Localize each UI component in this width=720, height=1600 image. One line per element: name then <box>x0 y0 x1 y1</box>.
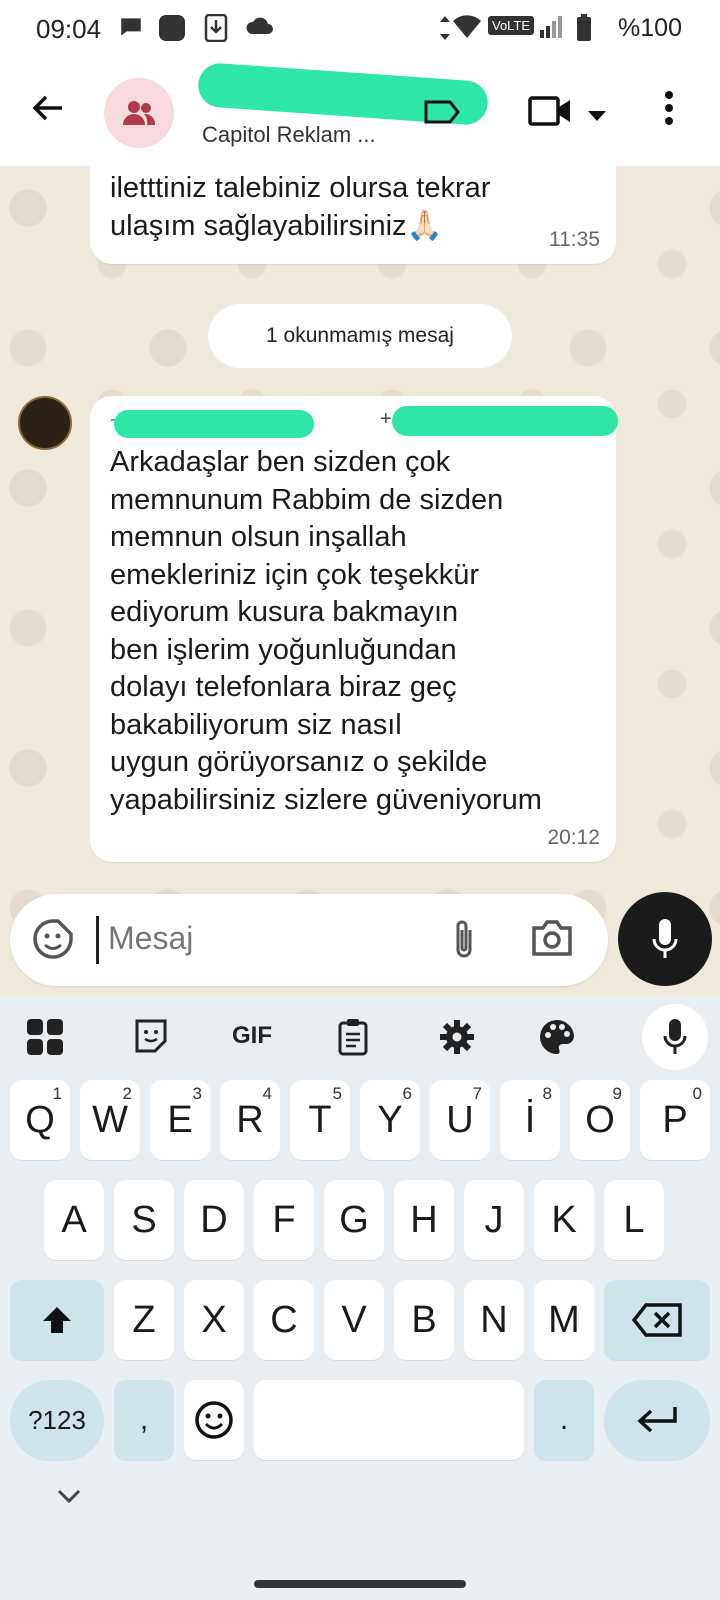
key-w[interactable]: W2 <box>80 1080 140 1160</box>
signal-icon <box>538 14 564 45</box>
sender-avatar[interactable] <box>18 396 72 450</box>
enter-arrow-icon <box>637 1407 677 1433</box>
key-h[interactable]: H <box>394 1180 454 1260</box>
settings-gear-icon[interactable] <box>438 1018 476 1061</box>
keyboard: GIF Q1 W2 E3 R4 T5 Y6 U7 İ8 O9 P0 A S D … <box>0 996 720 1600</box>
palette-icon[interactable] <box>538 1018 576 1061</box>
text-cursor <box>96 916 99 964</box>
group-icon <box>123 101 156 125</box>
sticker-emoji-icon[interactable] <box>32 918 74 965</box>
key-g[interactable]: G <box>324 1180 384 1260</box>
keyboard-voice-button[interactable] <box>642 1004 708 1070</box>
shift-arrow-icon <box>43 1307 71 1333</box>
key-i-dotted[interactable]: İ8 <box>500 1080 560 1160</box>
key-z[interactable]: Z <box>114 1280 174 1360</box>
message-time: 11:35 <box>549 228 600 251</box>
voice-record-button[interactable] <box>618 892 712 986</box>
wifi-icon <box>452 14 482 45</box>
volte-badge: VoLTE <box>488 16 535 35</box>
key-o[interactable]: O9 <box>570 1080 630 1160</box>
key-j[interactable]: J <box>464 1180 524 1260</box>
video-call-icon[interactable] <box>528 94 572 133</box>
status-bar: 09:04 VoLTE %100 <box>0 0 720 58</box>
status-time: 09:04 <box>36 14 102 44</box>
key-x[interactable]: X <box>184 1280 244 1360</box>
symbols-key[interactable]: ?123 <box>10 1380 104 1460</box>
key-m[interactable]: M <box>534 1280 594 1360</box>
comma-key[interactable]: , <box>114 1380 174 1460</box>
key-c[interactable]: C <box>254 1280 314 1360</box>
apps-grid-icon[interactable] <box>26 1018 64 1061</box>
attach-paperclip-icon[interactable] <box>448 918 480 967</box>
key-u[interactable]: U7 <box>430 1080 490 1160</box>
group-subtitle: Capitol Reklam ... <box>202 122 376 147</box>
clipboard-icon[interactable] <box>338 1018 368 1061</box>
data-arrows-icon <box>438 14 452 47</box>
gif-button[interactable]: GIF <box>232 1022 272 1050</box>
battery-percent: %100 <box>618 14 682 42</box>
key-k[interactable]: K <box>534 1180 594 1260</box>
cloud-icon <box>244 14 274 43</box>
redacted-sender-name <box>114 410 314 438</box>
key-d[interactable]: D <box>184 1180 244 1260</box>
space-bar[interactable] <box>254 1380 524 1460</box>
message-bubble[interactable]: ~ + Arkadaşlar ben sizden çok memnunum R… <box>90 396 618 862</box>
key-n[interactable]: N <box>464 1280 524 1360</box>
microphone-icon <box>652 919 678 958</box>
key-l[interactable]: L <box>604 1180 664 1260</box>
more-options-icon[interactable] <box>664 90 674 131</box>
key-y[interactable]: Y6 <box>360 1080 420 1160</box>
hide-keyboard-chevron-icon[interactable] <box>56 1488 82 1509</box>
backspace-icon <box>632 1303 682 1337</box>
period-key[interactable]: . <box>534 1380 594 1460</box>
battery-icon <box>576 14 592 47</box>
sticker-icon[interactable] <box>134 1018 168 1059</box>
unread-banner: 1 okunmamış mesaj <box>208 304 512 368</box>
chat-area[interactable]: iletttiniz talebiniz olursa tekrar ulaşı… <box>0 166 720 996</box>
sender-phone-prefix: + <box>380 408 392 430</box>
app-icon <box>158 14 186 47</box>
camera-icon[interactable] <box>530 918 574 963</box>
message-text: Arkadaşlar ben sizden çok memnunum Rabbi… <box>110 446 542 816</box>
key-a[interactable]: A <box>44 1180 104 1260</box>
key-v[interactable]: V <box>324 1280 384 1360</box>
gesture-navigation-bar[interactable] <box>254 1580 466 1588</box>
redacted-sender-phone <box>392 406 618 436</box>
emoji-key[interactable] <box>184 1380 244 1460</box>
message-text: iletttiniz talebiniz olursa tekrar ulaşı… <box>110 172 491 242</box>
back-arrow-icon[interactable] <box>28 88 68 128</box>
download-icon <box>204 13 228 47</box>
key-q[interactable]: Q1 <box>10 1080 70 1160</box>
key-r[interactable]: R4 <box>220 1080 280 1160</box>
key-f[interactable]: F <box>254 1180 314 1260</box>
key-b[interactable]: B <box>394 1280 454 1360</box>
chevron-down-icon[interactable] <box>588 108 606 126</box>
message-bubble[interactable]: iletttiniz talebiniz olursa tekrar ulaşı… <box>90 166 616 264</box>
chat-bubble-icon <box>118 14 144 45</box>
key-t[interactable]: T5 <box>290 1080 350 1160</box>
label-tag-icon <box>424 100 460 129</box>
key-e[interactable]: E3 <box>150 1080 210 1160</box>
microphone-icon <box>663 1019 687 1054</box>
message-input-bar: Mesaj <box>10 894 608 986</box>
key-s[interactable]: S <box>114 1180 174 1260</box>
enter-key[interactable] <box>604 1380 710 1460</box>
backspace-key[interactable] <box>604 1280 710 1360</box>
smiley-icon <box>195 1401 233 1439</box>
message-time: 20:12 <box>547 826 600 849</box>
chat-header: Capitol Reklam ... <box>0 58 720 166</box>
group-avatar[interactable] <box>104 78 174 148</box>
key-p[interactable]: P0 <box>640 1080 710 1160</box>
shift-key[interactable] <box>10 1280 104 1360</box>
message-input[interactable]: Mesaj <box>108 920 193 957</box>
